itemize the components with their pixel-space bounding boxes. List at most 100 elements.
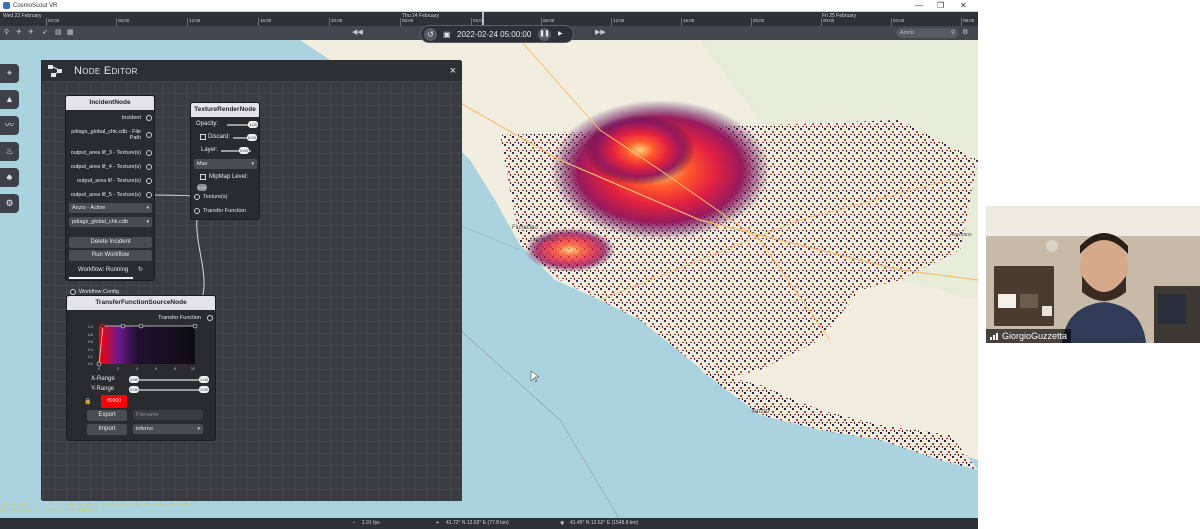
tf-y-tick: 0.4 (88, 348, 93, 352)
rocket-icon[interactable]: ➶ (42, 29, 48, 37)
texture-render-node[interactable]: TextureRenderNode Opacity: 1.00 Discard:… (190, 102, 260, 220)
timeline-day-label: Wed 23 February (3, 13, 42, 19)
export-button[interactable]: Export (87, 410, 127, 421)
timeline-tick: 08:00 (543, 18, 555, 23)
preset-select[interactable]: inferno ▾ (133, 424, 203, 434)
y-range-min-knob[interactable]: 0.00 (129, 386, 139, 393)
timeline-tick-line (891, 18, 892, 26)
timeline[interactable]: Wed 23 February Thu 24 February Fri 25 F… (0, 12, 978, 26)
input-port[interactable] (194, 208, 200, 214)
color-picker-button[interactable]: ff0000 (101, 395, 127, 408)
delete-incident-button[interactable]: Delete Incident (69, 237, 152, 248)
close-icon[interactable]: × (450, 61, 456, 81)
rewind-icon[interactable]: ◀◀ (352, 29, 363, 37)
plane-icon[interactable]: ✈ (28, 29, 34, 37)
current-datetime[interactable]: 2022-02-24 05:00:00 (457, 30, 531, 39)
mipmap-checkbox[interactable] (200, 174, 206, 180)
chevron-down-icon: ▾ (251, 161, 254, 167)
trend-line-icon[interactable]: 〰 (0, 116, 19, 135)
camera-coordinates: 41.45° N 12.62° E (1548.8 km) (570, 520, 639, 526)
refresh-icon[interactable]: ↻ (138, 266, 143, 273)
participant-video (986, 206, 1200, 343)
tree-icon[interactable]: ♣ (0, 168, 19, 187)
mipmap-slider-knob[interactable]: 0.00 (197, 184, 207, 191)
workflow-status: Workflow: Running (78, 267, 129, 273)
tf-y-tick: 0.8 (88, 333, 93, 337)
history-icon[interactable]: ↺ (424, 28, 437, 41)
transfer-function-node[interactable]: TransferFunctionSourceNode Transfer Func… (66, 295, 216, 441)
x-range-min-knob[interactable]: 0.00 (129, 376, 139, 383)
transfer-function-graph[interactable]: 1.0 0.8 0.6 0.4 0.2 0.0 0 2 4 6 8 10 (87, 324, 207, 372)
calendar-icon[interactable]: ▣ (443, 30, 451, 39)
close-button[interactable]: ✕ (960, 1, 967, 11)
timeline-tick-line (821, 18, 822, 26)
location-pin-icon[interactable]: ⌖ (0, 64, 19, 83)
filename-input[interactable]: Filename (133, 410, 203, 420)
chevron-down-icon: ▾ (146, 219, 149, 225)
gauge-icon: ◔ (352, 520, 356, 526)
video-participant-tile[interactable]: GiorgioGuzzetta (986, 206, 1200, 343)
x-range-max-knob[interactable]: 1.00 (199, 376, 209, 383)
output-label: output_area lif - Texture(s) (76, 178, 141, 184)
incident-select[interactable]: Anzio - Active ▾ (69, 203, 152, 213)
output-port[interactable] (146, 178, 152, 184)
timeline-cursor[interactable] (482, 12, 484, 26)
blend-mode-value: Max (197, 161, 208, 167)
plane-icon[interactable]: ✈ (16, 29, 22, 37)
grid-icon[interactable]: ▦ (67, 29, 74, 37)
x-range-slider-track[interactable] (133, 379, 207, 381)
output-port[interactable] (146, 150, 152, 156)
participant-name-bar: GiorgioGuzzetta (986, 329, 1072, 343)
search-icon[interactable]: ⚲ (951, 28, 955, 38)
y-range-max-knob[interactable]: 1.00 (199, 386, 209, 393)
settings-icon[interactable]: ⚙ (962, 29, 968, 37)
node-title: IncidentNode (66, 96, 154, 110)
tf-y-tick: 1.0 (88, 325, 93, 329)
layer-slider-knob[interactable]: 0.00 (239, 147, 249, 154)
output-port[interactable] (146, 132, 152, 138)
file-select[interactable]: pdiags_global_chk.cdb ▾ (69, 217, 152, 227)
timeline-tick-line (329, 18, 330, 26)
incident-node[interactable]: IncidentNode Incident pdiags_global_chk.… (65, 95, 155, 281)
step-forward-icon[interactable]: ▶ (558, 30, 563, 37)
discard-slider-knob[interactable]: 0.00 (247, 134, 257, 141)
fps-readout: 1.91 fps (362, 520, 380, 526)
input-texture-label: Texture(s) (203, 194, 228, 200)
node-editor-title: Node Editor (74, 65, 138, 77)
node-graph-icon (48, 65, 62, 77)
output-port[interactable] (146, 192, 152, 198)
y-range-slider-track[interactable] (133, 389, 207, 391)
output-port[interactable] (146, 164, 152, 170)
pause-icon[interactable]: ❚❚ (538, 28, 551, 41)
output-label: Incident (121, 115, 141, 121)
run-workflow-button[interactable]: Run Workflow (69, 250, 152, 261)
opacity-slider-knob[interactable]: 1.00 (248, 121, 258, 128)
node-editor-panel[interactable]: Node Editor × IncidentNode Incident pdia… (41, 60, 462, 501)
timeline-tick-line (258, 18, 259, 26)
discard-checkbox[interactable] (200, 134, 206, 140)
fire-icon[interactable]: ♨ (0, 142, 19, 161)
minimize-button[interactable]: — (915, 1, 923, 11)
pin-icon[interactable]: ⚲ (4, 29, 9, 37)
document-icon[interactable]: ▤ (55, 29, 62, 37)
lock-icon[interactable]: 🔒 (84, 398, 91, 405)
gear-icon[interactable]: ⚙ (0, 194, 19, 213)
input-port[interactable] (194, 194, 200, 200)
tf-y-tick: 0.6 (88, 340, 93, 344)
output-label: output_area lif_3 - Texture(s) (70, 150, 141, 156)
workflow-progress-bar (69, 277, 133, 279)
timeline-tick: 04:00 (893, 18, 905, 23)
fast-forward-icon[interactable]: ▶▶ (595, 29, 606, 37)
timeline-tick: 00:00 (823, 18, 835, 23)
maximize-button[interactable]: ❐ (937, 1, 944, 11)
output-port[interactable] (207, 315, 213, 321)
tf-x-tick: 8 (174, 367, 176, 371)
search-input[interactable]: Anzio ⚲ (896, 28, 958, 38)
import-button[interactable]: Import (87, 424, 127, 435)
app-logo-icon (3, 2, 10, 9)
mountain-icon[interactable]: ▲ (0, 90, 19, 109)
blend-mode-select[interactable]: Max ▾ (194, 159, 257, 169)
node-editor-header[interactable]: Node Editor × (42, 61, 462, 81)
output-port[interactable] (146, 115, 152, 121)
timeline-tick-line (751, 18, 752, 26)
